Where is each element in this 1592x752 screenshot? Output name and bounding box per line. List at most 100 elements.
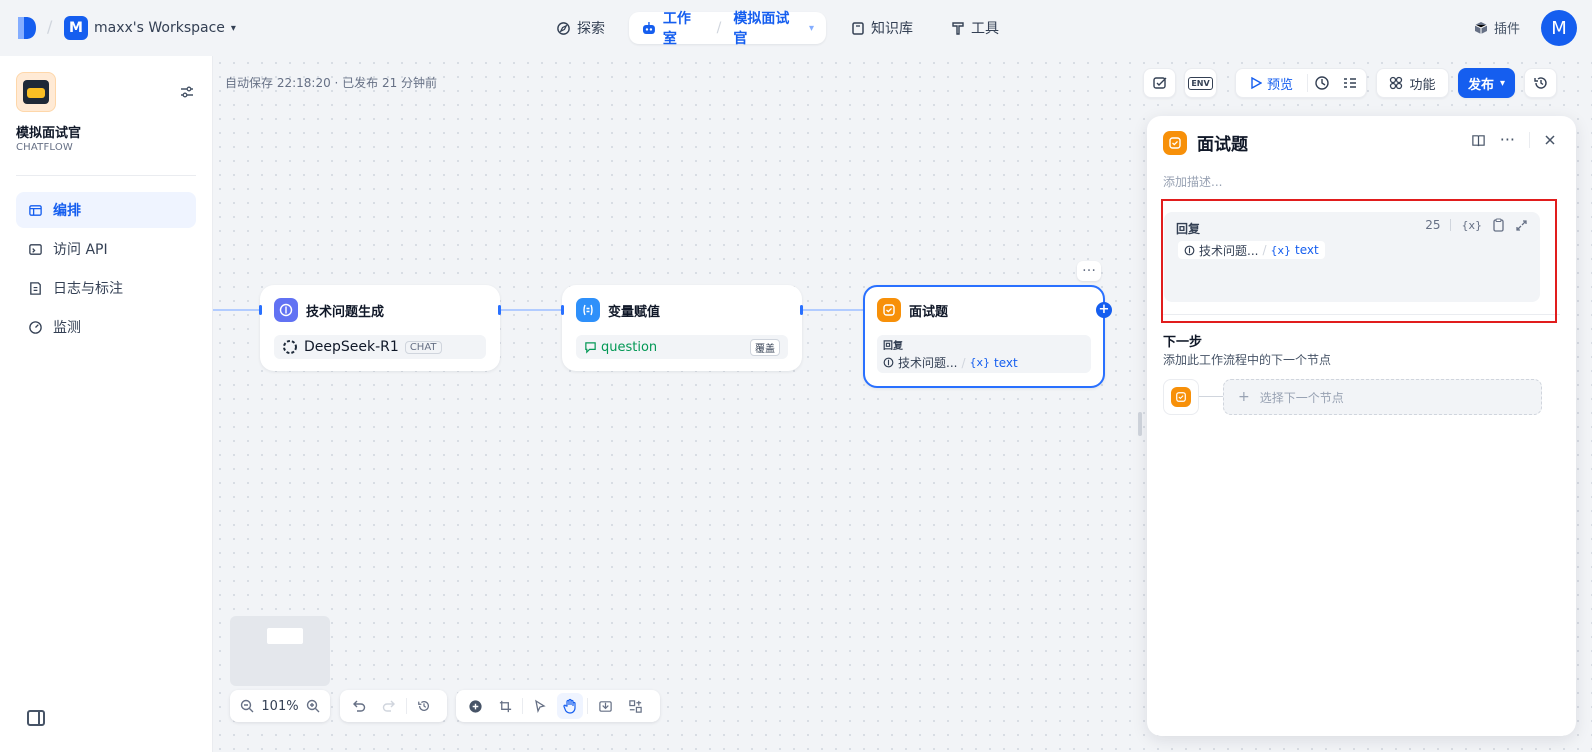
model-mode-badge: CHAT	[404, 340, 442, 354]
cube-icon	[1474, 21, 1488, 34]
run-history-icon[interactable]	[1314, 75, 1330, 91]
sidebar-item-api[interactable]: 访问 API	[16, 231, 196, 267]
dify-logo[interactable]	[16, 15, 38, 41]
history-icon[interactable]	[411, 693, 437, 719]
workspace-switcher[interactable]: M maxx's Workspace ▾	[64, 16, 236, 40]
user-avatar[interactable]: M	[1541, 10, 1577, 46]
operation-badge: 覆盖	[750, 338, 780, 356]
undo-icon[interactable]	[346, 693, 372, 719]
top-bar: / M maxx's Workspace ▾ 探索 工作室 / 模拟面试官 ▾ …	[0, 0, 1592, 56]
node-handle[interactable]	[800, 305, 803, 315]
book-icon	[852, 21, 864, 35]
grid-icon	[1390, 76, 1403, 90]
help-book-icon[interactable]	[1471, 133, 1486, 148]
organize-blocks-icon[interactable]	[622, 693, 648, 719]
node-header: 面试题	[877, 298, 948, 322]
divider	[16, 175, 196, 176]
gauge-icon	[29, 320, 42, 334]
app-type: CHATFLOW	[16, 142, 74, 153]
model-info: DeepSeek-R1 CHAT	[274, 335, 486, 359]
pointer-icon[interactable]	[527, 693, 553, 719]
sidebar-item-label: 监测	[53, 320, 81, 336]
breadcrumb-app[interactable]: 模拟面试官	[733, 8, 803, 48]
select-next-node-button[interactable]: + 选择下一个节点	[1223, 379, 1542, 415]
add-block-icon[interactable]	[462, 693, 488, 719]
preview-label: 预览	[1267, 77, 1294, 93]
collapse-sidebar-icon[interactable]	[27, 710, 45, 726]
divider	[1529, 132, 1530, 148]
zoom-level[interactable]: 101%	[261, 699, 298, 714]
answer-icon	[1163, 130, 1187, 155]
node-variable-assigner[interactable]: 变量赋值 question 覆盖	[562, 285, 802, 371]
node-handle[interactable]	[259, 305, 262, 315]
edge	[213, 309, 263, 311]
node-answer[interactable]: 面试题 回复 技术问题... / {x} text	[863, 285, 1105, 388]
separator: /	[961, 355, 966, 370]
nav-tools-label: 工具	[971, 21, 999, 37]
panel-resize-handle[interactable]	[1138, 412, 1142, 436]
add-next-node-handle[interactable]: +	[1096, 302, 1112, 318]
zoom-controls: 101%	[230, 690, 330, 722]
answer-icon	[877, 298, 901, 322]
close-icon[interactable]	[1544, 134, 1556, 146]
sidebar-item-monitoring[interactable]: 监测	[16, 309, 196, 345]
nav-tools[interactable]: 工具	[939, 12, 1011, 44]
node-handle[interactable]	[498, 305, 501, 315]
nav-explore-label: 探索	[577, 21, 605, 37]
connector-line	[1199, 396, 1223, 397]
chevron-down-icon: ▾	[1499, 77, 1506, 89]
divider	[1307, 74, 1309, 92]
app-name: 模拟面试官	[16, 126, 82, 141]
nav-explore[interactable]: 探索	[544, 12, 617, 44]
env-button[interactable]: ENV	[1184, 68, 1217, 98]
nav-studio[interactable]: 工作室 / 模拟面试官 ▾	[629, 11, 826, 47]
sidebar-item-orchestrate[interactable]: 编排	[16, 192, 196, 228]
preview-button[interactable]: 预览	[1250, 74, 1293, 93]
nav-studio-label: 工作室	[662, 11, 691, 47]
node-llm[interactable]: 技术问题生成 DeepSeek-R1 CHAT	[260, 285, 500, 371]
current-node-chip	[1163, 379, 1199, 415]
node-title: 技术问题生成	[306, 304, 385, 320]
sidebar-item-label: 编排	[53, 203, 81, 219]
chevron-down-icon[interactable]: ▾	[809, 23, 814, 34]
edge	[499, 309, 565, 311]
nav-knowledge[interactable]: 知识库	[839, 12, 925, 44]
llm-small-icon	[883, 357, 894, 368]
sidebar-item-label: 日志与标注	[53, 281, 123, 297]
variable-name: question	[601, 339, 658, 355]
terminal-icon	[29, 243, 42, 255]
compass-icon	[557, 21, 570, 35]
node-title: 面试题	[909, 304, 949, 320]
canvas-tools	[456, 690, 660, 722]
robot-icon	[642, 21, 655, 34]
plus-icon: +	[1238, 389, 1250, 405]
sidebar-item-label: 访问 API	[53, 242, 108, 258]
assignment-row: question 覆盖	[576, 335, 788, 359]
add-note-icon[interactable]	[492, 693, 518, 719]
node-handle[interactable]	[561, 305, 564, 315]
panel-title[interactable]: 面试题	[1197, 130, 1248, 155]
deepseek-icon	[283, 340, 297, 354]
hand-icon[interactable]	[557, 693, 583, 719]
next-step-description: 添加此工作流程中的下一个节点	[1163, 353, 1332, 367]
env-icon: ENV	[1188, 76, 1213, 90]
description-field[interactable]: 添加描述...	[1163, 173, 1222, 190]
settings-sliders-icon[interactable]	[179, 84, 195, 100]
minimap[interactable]	[230, 616, 330, 686]
export-image-icon[interactable]	[592, 693, 618, 719]
version-history-button[interactable]	[1524, 68, 1557, 98]
checklist-button[interactable]	[1143, 68, 1176, 98]
list-check-icon[interactable]	[1342, 75, 1358, 91]
zoom-out-icon[interactable]	[236, 693, 257, 719]
node-more-button[interactable]: …	[1077, 260, 1101, 281]
publish-button[interactable]: 发布 ▾	[1458, 68, 1515, 98]
plugins-button[interactable]: 插件	[1474, 18, 1520, 37]
zoom-in-icon[interactable]	[303, 693, 324, 719]
more-icon[interactable]: ···	[1500, 132, 1515, 148]
features-button[interactable]: 功能	[1376, 68, 1449, 98]
sidebar-item-logs[interactable]: 日志与标注	[16, 270, 196, 306]
assigner-icon	[576, 298, 600, 322]
next-step-title: 下一步	[1163, 335, 1203, 350]
chevron-down-icon: ▾	[230, 22, 236, 34]
redo-icon[interactable]	[376, 693, 402, 719]
